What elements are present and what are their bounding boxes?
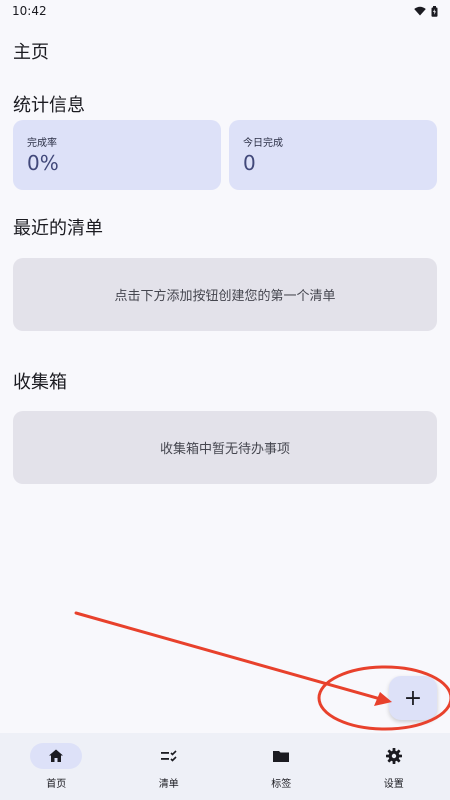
nav-item-home[interactable]: 首页 <box>0 733 113 800</box>
today-completed-value: 0 <box>243 151 256 175</box>
gear-icon <box>385 748 402 764</box>
folder-icon <box>273 751 290 762</box>
today-completed-label: 今日完成 <box>243 138 283 149</box>
screen: 10:42 主页 统计信息 完成率 0% 今日完成 0 最近的清单 点击下方添加… <box>0 0 450 800</box>
annotation-arrow-line <box>74 611 386 702</box>
completion-rate-card: 完成率 0% <box>13 120 221 190</box>
recent-lists-title: 最近的清单 <box>13 218 103 239</box>
inbox-empty-card: 收集箱中暂无待办事项 <box>13 411 437 484</box>
nav-label-tags: 标签 <box>271 779 292 790</box>
wifi-icon <box>414 6 426 16</box>
add-button[interactable]: + <box>389 676 437 720</box>
battery-icon <box>431 5 438 17</box>
nav-label-lists: 清单 <box>158 779 179 790</box>
completion-rate-value: 0% <box>27 151 59 175</box>
checklist-icon <box>160 750 177 762</box>
nav-label-settings: 设置 <box>383 779 404 790</box>
recent-lists-empty-text: 点击下方添加按钮创建您的第一个清单 <box>114 289 336 304</box>
status-bar: 10:42 <box>0 0 450 22</box>
recent-lists-empty-card: 点击下方添加按钮创建您的第一个清单 <box>13 258 437 331</box>
plus-icon: + <box>403 685 423 711</box>
stats-section-title: 统计信息 <box>13 95 85 116</box>
status-icons <box>414 5 438 17</box>
page-title: 主页 <box>13 42 49 63</box>
inbox-empty-text: 收集箱中暂无待办事项 <box>159 442 290 457</box>
completion-rate-label: 完成率 <box>27 138 57 149</box>
inbox-title: 收集箱 <box>13 372 67 393</box>
nav-item-lists[interactable]: 清单 <box>113 733 226 800</box>
bottom-navigation: 首页 清单 标签 设置 <box>0 733 450 800</box>
today-completed-card: 今日完成 0 <box>229 120 437 190</box>
nav-item-settings[interactable]: 设置 <box>338 733 450 800</box>
home-icon <box>49 749 64 762</box>
status-time: 10:42 <box>12 4 47 18</box>
nav-label-home: 首页 <box>46 779 67 790</box>
stats-row: 完成率 0% 今日完成 0 <box>13 120 437 190</box>
nav-item-tags[interactable]: 标签 <box>225 733 338 800</box>
